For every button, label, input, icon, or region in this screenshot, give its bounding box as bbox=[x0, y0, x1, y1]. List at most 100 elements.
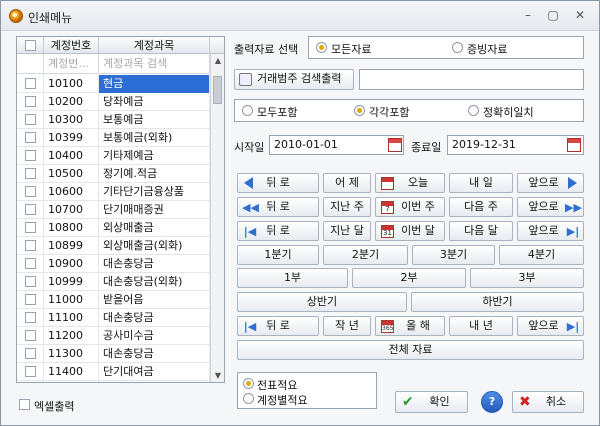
table-row[interactable]: 10899 외상매출금(외화) bbox=[17, 237, 210, 255]
table-row[interactable]: 10999 대손충당금(외화) bbox=[17, 273, 210, 291]
account-code-cell[interactable]: 11500 bbox=[44, 381, 99, 382]
account-code-cell[interactable]: 10999 bbox=[44, 273, 99, 291]
account-code-cell[interactable]: 10300 bbox=[44, 111, 99, 129]
last-month-button[interactable]: 지난 달 bbox=[323, 221, 371, 241]
table-row[interactable]: 10399 보통예금(외화) bbox=[17, 129, 210, 147]
table-row[interactable]: 11000 받을어음 bbox=[17, 291, 210, 309]
this-month-button[interactable]: 31 이번 달 bbox=[375, 221, 445, 241]
account-name-cell[interactable]: 기타단기금융상품 bbox=[99, 183, 210, 201]
account-name-cell[interactable]: 보통예금 bbox=[99, 111, 210, 129]
account-name-cell[interactable]: 대손충당금(외화) bbox=[99, 273, 210, 291]
account-name-cell[interactable]: 기타제예금 bbox=[99, 147, 210, 165]
start-date-input[interactable]: 2010-01-01 bbox=[269, 135, 404, 155]
account-name-cell[interactable]: 대손충당금 bbox=[99, 345, 210, 363]
last-year-button[interactable]: 작 년 bbox=[323, 316, 371, 336]
account-name-cell[interactable]: 보통예금(외화) bbox=[99, 129, 210, 147]
table-row[interactable]: 11500대손충당금 bbox=[17, 381, 210, 382]
account-code-cell[interactable]: 11300 bbox=[44, 345, 99, 363]
radio-evidence-data[interactable] bbox=[452, 42, 463, 53]
account-code-cell[interactable]: 10900 bbox=[44, 255, 99, 273]
name-filter-input[interactable]: 계정과목 검색 bbox=[99, 54, 210, 74]
last-week-button[interactable]: 지난 주 bbox=[323, 197, 371, 217]
account-code-cell[interactable]: 11100 bbox=[44, 309, 99, 327]
row-checkbox[interactable] bbox=[25, 168, 36, 179]
row-checkbox[interactable] bbox=[25, 366, 36, 377]
table-row[interactable]: 10200 당좌예금 bbox=[17, 93, 210, 111]
month-back-button[interactable]: |◀ 뒤 로 bbox=[237, 221, 319, 241]
day-forward-button[interactable]: 앞으로 bbox=[517, 173, 584, 193]
account-name-cell[interactable]: 대손충당금 bbox=[99, 255, 210, 273]
header-account-name[interactable]: 계정과목 bbox=[99, 37, 210, 54]
account-code-cell[interactable]: 10399 bbox=[44, 129, 99, 147]
account-name-cell[interactable]: 외상매출금 bbox=[99, 219, 210, 237]
end-calendar-icon[interactable] bbox=[567, 138, 581, 152]
account-name-cell[interactable]: 외상매출금(외화) bbox=[99, 237, 210, 255]
row-checkbox[interactable] bbox=[25, 240, 36, 251]
ok-button[interactable]: ✔ 확인 bbox=[395, 391, 468, 413]
year-forward-button[interactable]: 앞으로 ▶| bbox=[517, 316, 584, 336]
this-week-button[interactable]: 7 이번 주 bbox=[375, 197, 445, 217]
this-year-button[interactable]: 365 올 해 bbox=[375, 316, 445, 336]
account-code-cell[interactable]: 10100 bbox=[44, 75, 99, 93]
account-code-cell[interactable]: 11000 bbox=[44, 291, 99, 309]
row-checkbox[interactable] bbox=[25, 276, 36, 287]
radio-match-all[interactable] bbox=[242, 105, 253, 116]
week-back-button[interactable]: ◀◀ 뒤 로 bbox=[237, 197, 319, 217]
table-row[interactable]: 10600 기타단기금융상품 bbox=[17, 183, 210, 201]
part-3-button[interactable]: 3부 bbox=[470, 268, 584, 288]
table-row[interactable]: 10700 단기매매증권 bbox=[17, 201, 210, 219]
table-row[interactable]: 11300 대손충당금 bbox=[17, 345, 210, 363]
quarter-4-button[interactable]: 4분기 bbox=[499, 245, 584, 265]
row-checkbox[interactable] bbox=[25, 78, 36, 89]
year-back-button[interactable]: |◀ 뒤 로 bbox=[237, 316, 319, 336]
row-checkbox[interactable] bbox=[25, 294, 36, 305]
table-row[interactable]: 10300 보통예금 bbox=[17, 111, 210, 129]
row-checkbox[interactable] bbox=[25, 222, 36, 233]
all-data-button[interactable]: 전체 자료 bbox=[237, 340, 584, 360]
table-row[interactable]: 11100 대손충당금 bbox=[17, 309, 210, 327]
today-button[interactable]: 오늘 bbox=[375, 173, 445, 193]
account-code-cell[interactable]: 10200 bbox=[44, 93, 99, 111]
row-checkbox[interactable] bbox=[25, 186, 36, 197]
radio-account-summary[interactable] bbox=[243, 393, 254, 404]
scroll-down-icon[interactable]: ▼ bbox=[211, 371, 224, 380]
account-code-cell[interactable]: 10400 bbox=[44, 147, 99, 165]
quarter-2-button[interactable]: 2분기 bbox=[323, 245, 408, 265]
start-calendar-icon[interactable] bbox=[388, 138, 402, 152]
part-2-button[interactable]: 2부 bbox=[352, 268, 466, 288]
code-filter-input[interactable]: 계정번... bbox=[44, 54, 99, 74]
cancel-button[interactable]: ✖ 취소 bbox=[512, 391, 584, 413]
next-month-button[interactable]: 다음 달 bbox=[449, 221, 513, 241]
maximize-button[interactable]: ▢ bbox=[544, 7, 562, 23]
account-code-cell[interactable]: 11200 bbox=[44, 327, 99, 345]
account-code-cell[interactable]: 10899 bbox=[44, 237, 99, 255]
range-search-button[interactable]: 거래범주 검색출력 bbox=[234, 69, 354, 90]
table-row[interactable]: 10800 외상매출금 bbox=[17, 219, 210, 237]
first-half-button[interactable]: 상반기 bbox=[237, 292, 407, 312]
minimize-button[interactable]: – bbox=[519, 7, 537, 23]
next-year-button[interactable]: 내 년 bbox=[449, 316, 513, 336]
grid-scrollbar[interactable]: ▲ ▼ bbox=[210, 54, 224, 382]
quarter-3-button[interactable]: 3분기 bbox=[412, 245, 495, 265]
table-row[interactable]: 10500 정기예.적금 bbox=[17, 165, 210, 183]
table-row[interactable]: 11400 단기대여금 bbox=[17, 363, 210, 381]
excel-output-checkbox[interactable] bbox=[19, 399, 30, 410]
help-button[interactable]: ? bbox=[481, 391, 503, 413]
account-name-cell[interactable]: 단기매매증권 bbox=[99, 201, 210, 219]
second-half-button[interactable]: 하반기 bbox=[411, 292, 584, 312]
close-button[interactable]: ✕ bbox=[571, 7, 589, 23]
row-checkbox[interactable] bbox=[25, 312, 36, 323]
yesterday-button[interactable]: 어 제 bbox=[323, 173, 371, 193]
account-name-cell[interactable]: 공사미수금 bbox=[99, 327, 210, 345]
account-name-cell[interactable]: 당좌예금 bbox=[99, 93, 210, 111]
scroll-up-icon[interactable]: ▲ bbox=[211, 56, 224, 65]
month-forward-button[interactable]: 앞으로 ▶| bbox=[517, 221, 584, 241]
quarter-1-button[interactable]: 1분기 bbox=[237, 245, 319, 265]
row-checkbox[interactable] bbox=[25, 150, 36, 161]
row-checkbox[interactable] bbox=[25, 204, 36, 215]
account-name-cell[interactable]: 대손충당금 bbox=[99, 309, 210, 327]
row-checkbox[interactable] bbox=[25, 96, 36, 107]
row-checkbox[interactable] bbox=[25, 132, 36, 143]
table-row[interactable]: 11200 공사미수금 bbox=[17, 327, 210, 345]
row-checkbox[interactable] bbox=[25, 330, 36, 341]
